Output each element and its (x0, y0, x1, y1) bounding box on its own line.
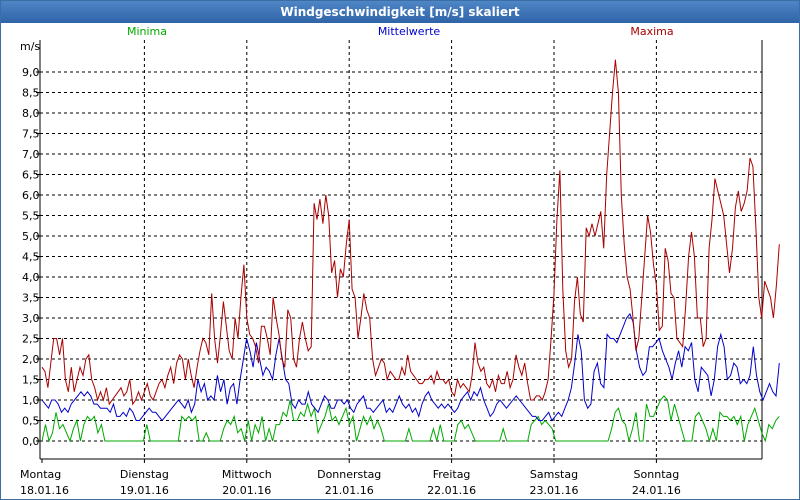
x-tick-date-label: 19.01.16 (120, 484, 169, 497)
series-lines (41, 59, 780, 443)
x-tick-date-label: 23.01.16 (530, 484, 579, 497)
x-tick-date-label: 18.01.16 (20, 484, 69, 497)
x-tick-day-label: Mittwoch (222, 468, 272, 481)
legend-label-mittelwerte: Mittelwerte (378, 25, 441, 38)
y-tick-label: 5,0 (22, 230, 40, 243)
x-tick-date-label: 22.01.16 (427, 484, 476, 497)
x-tick-day-label: Freitag (433, 468, 471, 481)
y-tick-label: 1,0 (22, 394, 40, 407)
y-tick-label: 5,5 (22, 210, 40, 223)
y-tick-label: 6,0 (22, 189, 40, 202)
y-tick-label: 0,0 (22, 435, 40, 448)
y-tick-label: 0,5 (22, 415, 40, 428)
y-tick-label: 9,0 (22, 66, 40, 79)
x-tick-day-label: Montag (20, 468, 61, 481)
y-tick-label: 1,5 (22, 374, 40, 387)
legend-label-minima: Minima (127, 25, 167, 38)
y-tick-label: 8,5 (22, 87, 40, 100)
y-tick-label: 4,0 (22, 271, 40, 284)
x-tick-date-label: 20.01.16 (222, 484, 271, 497)
series-line-maxima (41, 59, 780, 406)
y-tick-label: 3,0 (22, 312, 40, 325)
legend-label-maxima: Maxima (630, 25, 673, 38)
x-tick-date-label: 21.01.16 (325, 484, 374, 497)
y-tick-label: 3,5 (22, 292, 40, 305)
y-tick-label: 4,5 (22, 251, 40, 264)
x-tick-day-label: Dienstag (120, 468, 169, 481)
x-tick-day-label: Sonntag (634, 468, 680, 481)
x-tick-day-label: Samstag (530, 468, 578, 481)
y-axis-ticks: 0,0 0,5 1,0 1,5 2,0 2,5 3,0 3,5 4,0 4,5 5,0 5,5 6,0 6… (22, 66, 40, 448)
y-tick-label: 7,5 (22, 128, 40, 141)
legend: Minima Mittelwerte Maxima (127, 25, 674, 38)
chart-svg: 0,0 0,5 1,0 1,5 2,0 2,5 3,0 3,5 4,0 4,5 5,0 5,5 6,0 6… (20, 25, 780, 497)
x-tick-day-label: Donnerstag (317, 468, 381, 481)
y-tick-label: 8,0 (22, 107, 40, 120)
x-axis-ticks: Montag 18.01.16 Dienstag 19.01.16 Mittwoch 20… (20, 459, 681, 497)
series-line-minima (41, 395, 780, 443)
x-tick-date-label: 24.01.16 (632, 484, 681, 497)
y-tick-label: 2,5 (22, 333, 40, 346)
y-tick-label: 2,0 (22, 353, 40, 366)
grid (39, 40, 763, 460)
y-axis-label: m/s (20, 40, 40, 53)
y-tick-label: 6,5 (22, 169, 40, 182)
y-tick-label: 7,0 (22, 148, 40, 161)
